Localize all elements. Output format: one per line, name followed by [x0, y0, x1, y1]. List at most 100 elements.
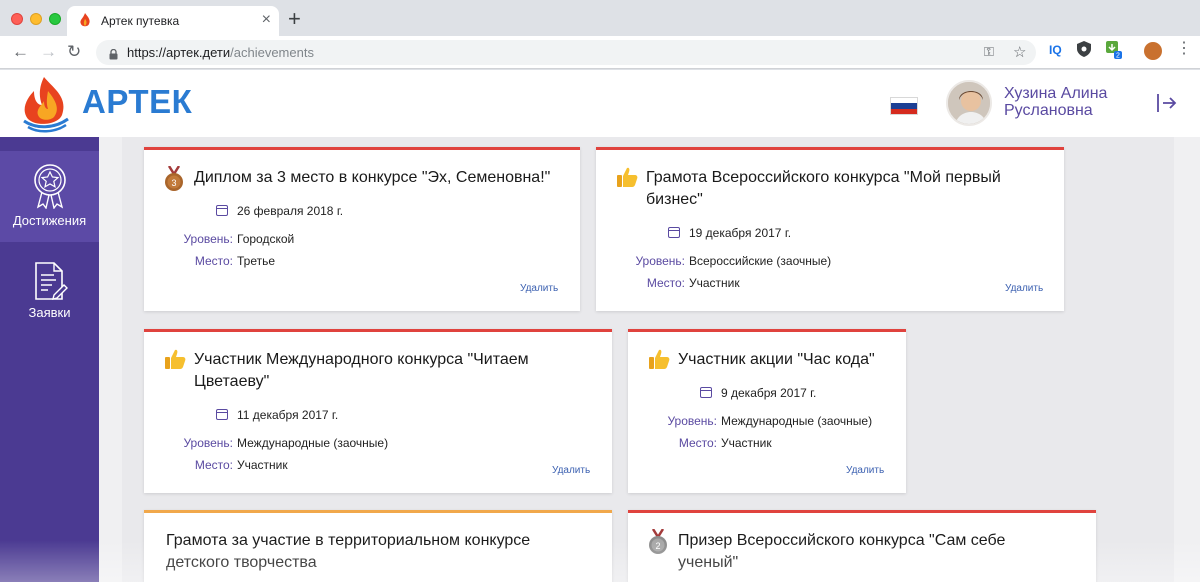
place-label: Место:: [646, 276, 685, 290]
back-arrow-icon[interactable]: ←: [12, 41, 29, 63]
achievement-level: Уровень: Всероссийские (заочные): [625, 254, 831, 268]
delete-link[interactable]: Удалить: [520, 283, 558, 294]
address-bar[interactable]: https://артек.дети/achievements ⚿ ☆: [96, 40, 1036, 65]
level-value: Всероссийские (заочные): [689, 254, 832, 268]
window-maximize-button[interactable]: [49, 13, 61, 25]
lock-icon: [109, 47, 118, 65]
achievement-date: 19 декабря 2017 г.: [668, 226, 791, 240]
window-minimize-button[interactable]: [30, 13, 42, 25]
place-value: Третье: [237, 254, 276, 268]
achievement-date-text: 11 декабря 2017 г.: [237, 408, 339, 422]
tab-title: Артек путевка: [101, 14, 180, 28]
download-extension-icon[interactable]: 2: [1104, 41, 1122, 62]
browser-tab[interactable]: Артек путевка ×: [67, 6, 279, 36]
level-value: Международные (заочные): [721, 414, 873, 428]
place-value: Участник: [721, 436, 772, 450]
user-name-line2: Руслановна: [1004, 102, 1093, 119]
new-tab-button[interactable]: +: [288, 7, 301, 31]
level-value: Международные (заочные): [237, 436, 389, 450]
window-close-button[interactable]: [11, 13, 23, 25]
level-label: Уровень:: [183, 232, 233, 246]
browser-tab-bar: Артек путевка × +: [0, 0, 1200, 36]
main-area: 3 Диплом за 3 место в конкурсе "Эх, Семе…: [99, 137, 1200, 582]
reload-icon[interactable]: ↻: [67, 41, 81, 63]
achievement-card: Грамота Всероссийского конкурса "Мой пер…: [596, 147, 1064, 311]
level-label: Уровень:: [667, 414, 717, 428]
place-value: Участник: [237, 458, 288, 472]
thumbs-up-icon: [616, 166, 638, 193]
achievement-title-line1: Грамота Всероссийского конкурса "Мой пер…: [646, 169, 1001, 186]
russian-flag-icon[interactable]: [890, 97, 918, 115]
logo-text[interactable]: АРТЕК: [82, 83, 192, 121]
browser-toolbar: ← → ↻ https://артек.дети/achievements ⚿ …: [0, 36, 1200, 69]
sidebar-item-applications[interactable]: Заявки: [0, 257, 99, 337]
forward-arrow-icon[interactable]: →: [40, 41, 57, 63]
svg-text:2: 2: [655, 541, 660, 551]
achievement-place: Место: Участник: [173, 458, 288, 472]
calendar-icon: [668, 227, 680, 238]
delete-link[interactable]: Удалить: [1005, 283, 1043, 294]
artek-flame-favicon-icon: [79, 13, 91, 33]
achievement-title: Диплом за 3 место в конкурсе "Эх, Семено…: [194, 169, 551, 186]
achievement-card: Участник Международного конкурса "Читаем…: [144, 329, 612, 493]
achievement-place: Место: Участник: [625, 276, 740, 290]
achievement-title-line2: бизнес": [646, 191, 703, 208]
sidebar-item-achievements[interactable]: Достижения: [0, 151, 99, 242]
calendar-icon: [216, 205, 228, 216]
site-header: АРТЕК Хузина Алина Руслановна: [0, 70, 1200, 137]
achievement-level: Уровень: Городской: [173, 232, 294, 246]
tab-close-icon[interactable]: ×: [262, 10, 271, 30]
level-label: Уровень:: [183, 436, 233, 450]
achievement-title-line1: Грамота за участие в территориальном кон…: [166, 532, 531, 549]
place-label: Место:: [194, 254, 233, 268]
achievement-place: Место: Участник: [657, 436, 772, 450]
profile-avatar-icon[interactable]: [1144, 42, 1162, 60]
delete-link[interactable]: Удалить: [846, 465, 884, 476]
delete-link[interactable]: Удалить: [552, 465, 590, 476]
silver-medal-icon: 2: [648, 528, 668, 560]
shield-extension-icon[interactable]: [1077, 41, 1091, 60]
level-value: Городской: [237, 232, 295, 246]
achievement-place: Место: Третье: [173, 254, 275, 268]
achievement-card: 3 Диплом за 3 место в конкурсе "Эх, Семе…: [144, 147, 580, 311]
level-label: Уровень:: [635, 254, 685, 268]
achievement-title: Грамота за участие в территориальном кон…: [166, 530, 530, 574]
achievement-card: Участник акции "Час кода" 9 декабря 2017…: [628, 329, 906, 493]
sidebar-item-label: Достижения: [12, 213, 87, 228]
browser-menu-icon[interactable]: ⋮: [1176, 41, 1192, 57]
achievement-level: Уровень: Международные (заочные): [173, 436, 388, 450]
achievement-level: Уровень: Международные (заочные): [657, 414, 872, 428]
achievements-list: 3 Диплом за 3 место в конкурсе "Эх, Семе…: [122, 137, 1174, 582]
thumbs-up-icon: [648, 348, 670, 375]
calendar-icon: [216, 409, 228, 420]
key-icon[interactable]: ⚿: [984, 44, 994, 60]
document-icon: [34, 262, 68, 300]
achievement-date: 11 декабря 2017 г.: [216, 408, 338, 422]
svg-text:3: 3: [171, 178, 176, 188]
sidebar-item-label: Заявки: [28, 305, 71, 320]
award-icon: [33, 164, 66, 209]
sidebar: Достижения Заявки: [0, 137, 99, 582]
logout-icon[interactable]: [1155, 92, 1177, 119]
bookmark-star-icon[interactable]: ☆: [1013, 43, 1026, 61]
place-label: Место:: [194, 458, 233, 472]
achievement-title: Призер Всероссийского конкурса "Сам себе…: [678, 530, 1005, 574]
thumbs-up-icon: [164, 348, 186, 375]
user-avatar[interactable]: [946, 80, 992, 126]
artek-flame-logo-icon[interactable]: [22, 75, 70, 138]
achievement-title: Участник Международного конкурса "Читаем…: [194, 349, 529, 393]
achievement-date: 9 декабря 2017 г.: [700, 386, 816, 400]
url-host: https://артек.дети: [127, 45, 231, 60]
achievement-card: 2 Призер Всероссийского конкурса "Сам се…: [628, 510, 1096, 582]
user-name[interactable]: Хузина Алина Руслановна: [1004, 85, 1107, 119]
iq-extension-icon[interactable]: IQ: [1049, 43, 1062, 57]
achievement-title-line1: Призер Всероссийского конкурса "Сам себе: [678, 532, 1006, 549]
url-path: /achievements: [230, 45, 314, 60]
bronze-medal-icon: 3: [164, 165, 184, 197]
achievement-date-text: 19 декабря 2017 г.: [689, 226, 792, 240]
achievement-title-line1: Участник Международного конкурса "Читаем: [194, 351, 529, 368]
achievement-title-line2: ученый": [678, 554, 739, 571]
place-label: Место:: [678, 436, 717, 450]
achievement-title-line2: детского творчества: [166, 554, 317, 571]
achievement-card: Грамота за участие в территориальном кон…: [144, 510, 612, 582]
